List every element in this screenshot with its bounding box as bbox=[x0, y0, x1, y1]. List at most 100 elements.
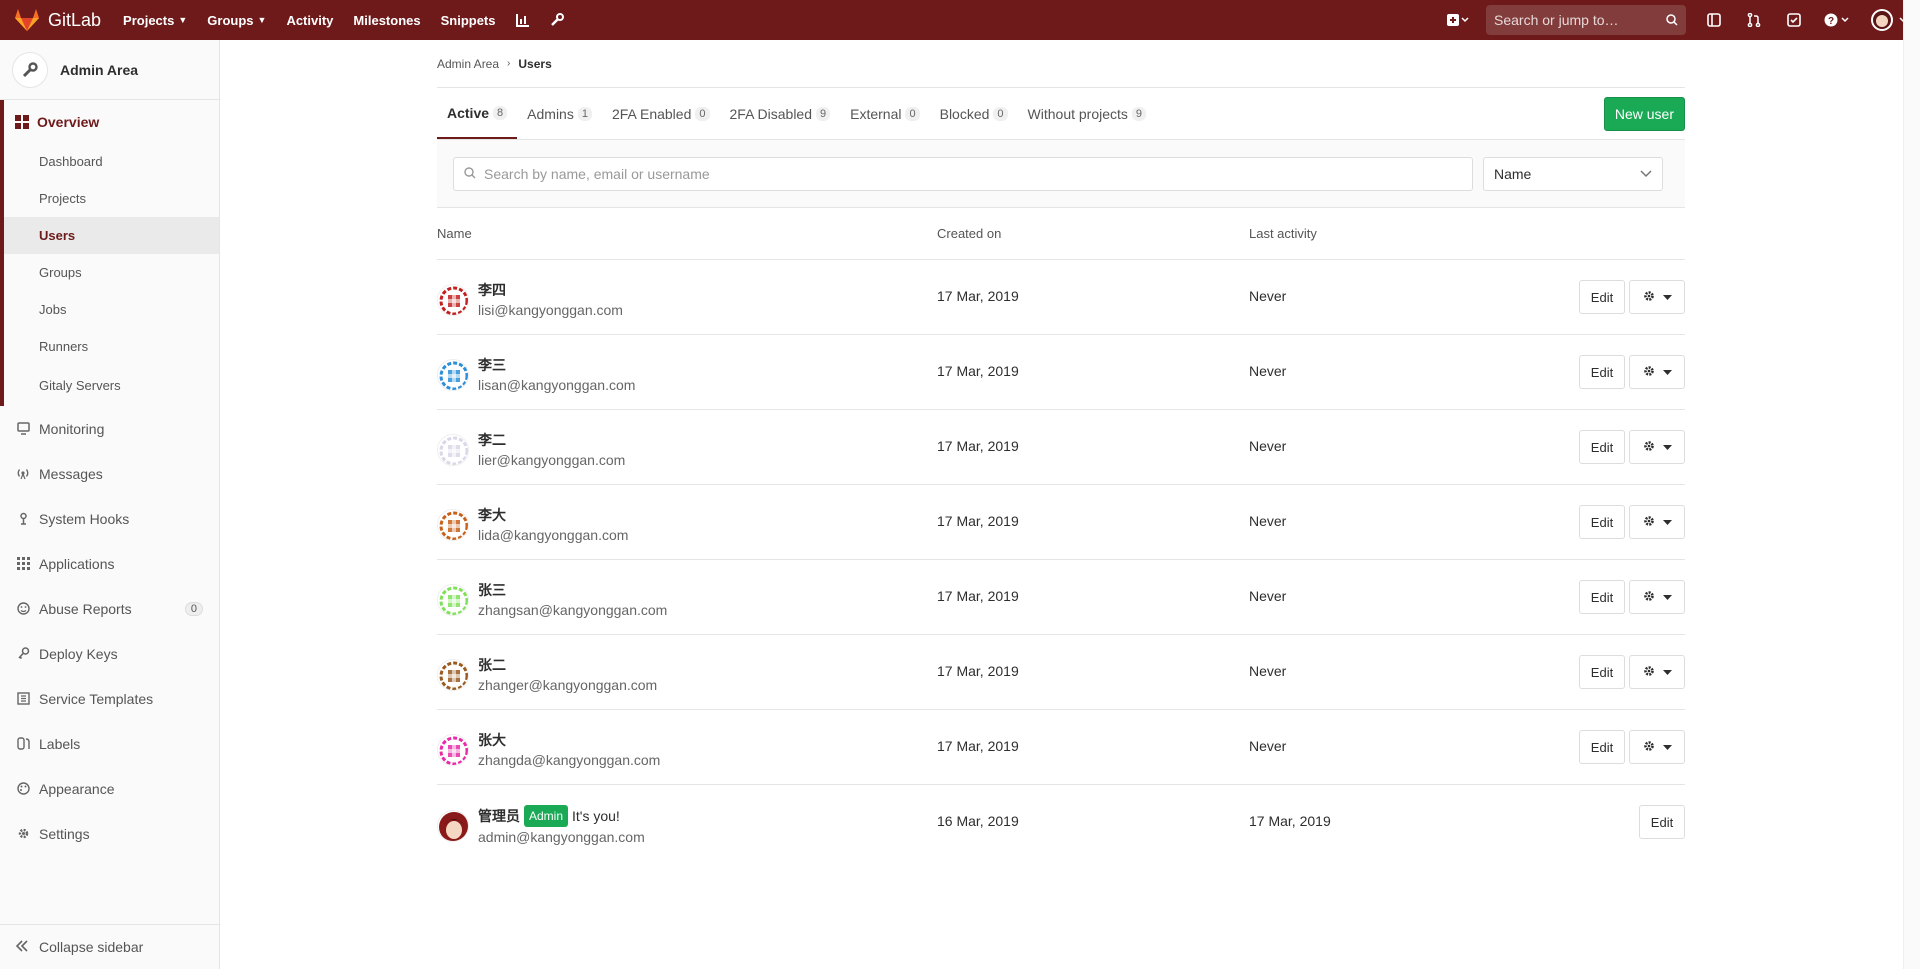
brand-text: GitLab bbox=[48, 9, 102, 30]
user-actions-dropdown[interactable] bbox=[1629, 430, 1685, 464]
user-name-link[interactable]: 张大 bbox=[478, 730, 506, 750]
user-name-link[interactable]: 李四 bbox=[478, 280, 506, 300]
row-actions: Edit bbox=[1579, 730, 1685, 764]
edit-user-button[interactable]: Edit bbox=[1579, 505, 1625, 539]
avatar[interactable] bbox=[437, 659, 469, 691]
chart-icon[interactable] bbox=[506, 0, 540, 40]
sidebar-item-messages[interactable]: Messages bbox=[0, 451, 219, 496]
issues-icon[interactable] bbox=[1694, 0, 1734, 40]
monitor-icon bbox=[15, 422, 31, 435]
breadcrumb-admin-area[interactable]: Admin Area bbox=[437, 57, 499, 71]
sidebar-item-overview[interactable]: Overview bbox=[4, 100, 219, 143]
avatar[interactable] bbox=[437, 734, 469, 766]
sidebar-item-labels[interactable]: Labels bbox=[0, 721, 219, 766]
column-created-on: Created on bbox=[937, 226, 1002, 241]
page-scrollbar[interactable] bbox=[1903, 0, 1920, 969]
edit-user-button[interactable]: Edit bbox=[1579, 730, 1625, 764]
user-filter-tabs: Active 8 Admins 1 2FA Enabled 0 2FA Disable… bbox=[437, 88, 1685, 140]
sidebar-item-groups[interactable]: Groups bbox=[4, 254, 219, 291]
sidebar-overview-section: Overview Dashboard Projects Users Groups… bbox=[0, 100, 219, 406]
user-name-link[interactable]: 李二 bbox=[478, 430, 506, 450]
sidebar-item-system-hooks[interactable]: System Hooks bbox=[0, 496, 219, 541]
avatar[interactable] bbox=[437, 584, 469, 616]
sidebar-item-abuse-reports[interactable]: Abuse Reports 0 bbox=[0, 586, 219, 631]
user-actions-dropdown[interactable] bbox=[1629, 355, 1685, 389]
wrench-icon[interactable] bbox=[540, 0, 574, 40]
sidebar-item-users[interactable]: Users bbox=[4, 217, 219, 254]
sidebar-header[interactable]: Admin Area bbox=[0, 40, 219, 100]
user-name-link[interactable]: 张二 bbox=[478, 655, 506, 675]
user-actions-dropdown[interactable] bbox=[1629, 580, 1685, 614]
avatar[interactable] bbox=[437, 810, 469, 842]
tab-without-projects[interactable]: Without projects 9 bbox=[1018, 88, 1157, 139]
filter-bar: Search by name, email or username Name bbox=[437, 140, 1685, 208]
user-actions-dropdown[interactable] bbox=[1629, 505, 1685, 539]
identicon-icon bbox=[438, 510, 468, 540]
edit-user-button[interactable]: Edit bbox=[1579, 580, 1625, 614]
admin-sidebar: Admin Area Overview Dashboard Projects U… bbox=[0, 40, 220, 969]
user-name-link[interactable]: 管理员 bbox=[478, 806, 520, 826]
users-table-body: 李四 lisi@kangyonggan.com 17 Mar, 2019 Nev… bbox=[437, 260, 1685, 860]
avatar[interactable] bbox=[437, 284, 469, 316]
caret-down-icon bbox=[1662, 740, 1672, 754]
edit-user-button[interactable]: Edit bbox=[1579, 355, 1625, 389]
sidebar-item-gitaly-servers[interactable]: Gitaly Servers bbox=[4, 365, 219, 406]
user-name-link[interactable]: 李大 bbox=[478, 505, 506, 525]
sidebar-item-applications[interactable]: Applications bbox=[0, 541, 219, 586]
chevron-down-icon: ▼ bbox=[257, 15, 267, 25]
edit-user-button[interactable]: Edit bbox=[1579, 655, 1625, 689]
collapse-sidebar-button[interactable]: Collapse sidebar bbox=[0, 924, 219, 969]
user-name-link[interactable]: 李三 bbox=[478, 355, 506, 375]
sidebar-item-deploy-keys[interactable]: Deploy Keys bbox=[0, 631, 219, 676]
user-search-input[interactable]: Search by name, email or username bbox=[453, 156, 1473, 191]
tab-admins[interactable]: Admins 1 bbox=[517, 88, 602, 139]
avatar[interactable] bbox=[437, 434, 469, 466]
global-search-input[interactable]: Search or jump to… bbox=[1486, 5, 1686, 35]
users-table-header: Name Created on Last activity bbox=[437, 208, 1685, 260]
row-actions: Edit bbox=[1639, 805, 1685, 839]
abuse-reports-count-badge: 0 bbox=[184, 601, 203, 616]
todo-icon[interactable] bbox=[1774, 0, 1814, 40]
gitlab-home-link[interactable]: GitLab bbox=[14, 8, 101, 32]
tab-external[interactable]: External 0 bbox=[840, 88, 929, 139]
svg-text:?: ? bbox=[1828, 16, 1834, 27]
nav-snippets[interactable]: Snippets bbox=[431, 0, 506, 40]
user-name-line: 李大 bbox=[478, 505, 628, 525]
sidebar-item-service-templates[interactable]: Service Templates bbox=[0, 676, 219, 721]
user-actions-dropdown[interactable] bbox=[1629, 730, 1685, 764]
sidebar-item-appearance[interactable]: Appearance bbox=[0, 766, 219, 811]
key-icon bbox=[15, 647, 31, 660]
sort-dropdown[interactable]: Name bbox=[1483, 156, 1663, 191]
edit-user-button[interactable]: Edit bbox=[1639, 805, 1685, 839]
sidebar-item-jobs[interactable]: Jobs bbox=[4, 291, 219, 328]
user-actions-dropdown[interactable] bbox=[1629, 655, 1685, 689]
user-name-link[interactable]: 张三 bbox=[478, 580, 506, 600]
nav-milestones[interactable]: Milestones bbox=[343, 0, 430, 40]
sidebar-item-runners[interactable]: Runners bbox=[4, 328, 219, 365]
tab-2fa-enabled[interactable]: 2FA Enabled 0 bbox=[602, 88, 720, 139]
user-cell: 管理员 Admin It's you! admin@kangyonggan.com bbox=[437, 805, 645, 847]
nav-groups[interactable]: Groups ▼ bbox=[197, 0, 276, 40]
avatar[interactable] bbox=[437, 359, 469, 391]
sidebar-item-settings[interactable]: Settings bbox=[0, 811, 219, 856]
sidebar-item-projects[interactable]: Projects bbox=[4, 180, 219, 217]
user-email: lida@kangyonggan.com bbox=[478, 527, 629, 543]
avatar[interactable] bbox=[437, 509, 469, 541]
merge-request-icon[interactable] bbox=[1734, 0, 1774, 40]
sidebar-item-monitoring[interactable]: Monitoring bbox=[0, 406, 219, 451]
nav-activity[interactable]: Activity bbox=[276, 0, 343, 40]
gear-icon bbox=[1643, 290, 1655, 305]
nav-projects[interactable]: Projects ▼ bbox=[113, 0, 197, 40]
edit-user-button[interactable]: Edit bbox=[1579, 280, 1625, 314]
sidebar-item-dashboard[interactable]: Dashboard bbox=[4, 143, 219, 180]
tab-blocked[interactable]: Blocked 0 bbox=[930, 88, 1018, 139]
help-icon[interactable]: ? bbox=[1814, 0, 1860, 40]
tab-2fa-disabled[interactable]: 2FA Disabled 9 bbox=[720, 88, 841, 139]
breadcrumb-users[interactable]: Users bbox=[518, 57, 551, 71]
hook-icon bbox=[15, 512, 31, 525]
edit-user-button[interactable]: Edit bbox=[1579, 430, 1625, 464]
tab-active[interactable]: Active 8 bbox=[437, 88, 518, 139]
new-user-button[interactable]: New user bbox=[1603, 97, 1685, 131]
user-actions-dropdown[interactable] bbox=[1629, 280, 1685, 314]
plus-square-icon[interactable] bbox=[1438, 0, 1478, 40]
